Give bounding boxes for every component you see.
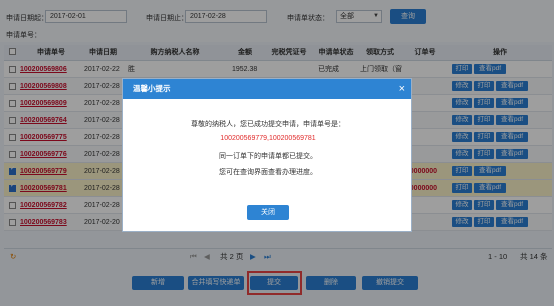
dialog-application-numbers: 100200569779,100200569781 xyxy=(220,135,316,142)
close-icon[interactable]: × xyxy=(399,81,405,97)
dialog-message-line3: 同一订单下的申请单都已提交。 xyxy=(219,153,317,160)
dialog-message-line1: 尊敬的纳税人，您已成功提交申请，申请单号是： xyxy=(191,121,345,128)
dialog-title: 温馨小提示 xyxy=(123,79,411,99)
dialog-message-line4: 您可在查询界面查看办理进度。 xyxy=(219,169,317,176)
dialog-close-button[interactable]: 关闭 xyxy=(247,205,289,220)
notice-dialog: 温馨小提示 × 尊敬的纳税人，您已成功提交申请，申请单号是： 100200569… xyxy=(122,78,412,232)
